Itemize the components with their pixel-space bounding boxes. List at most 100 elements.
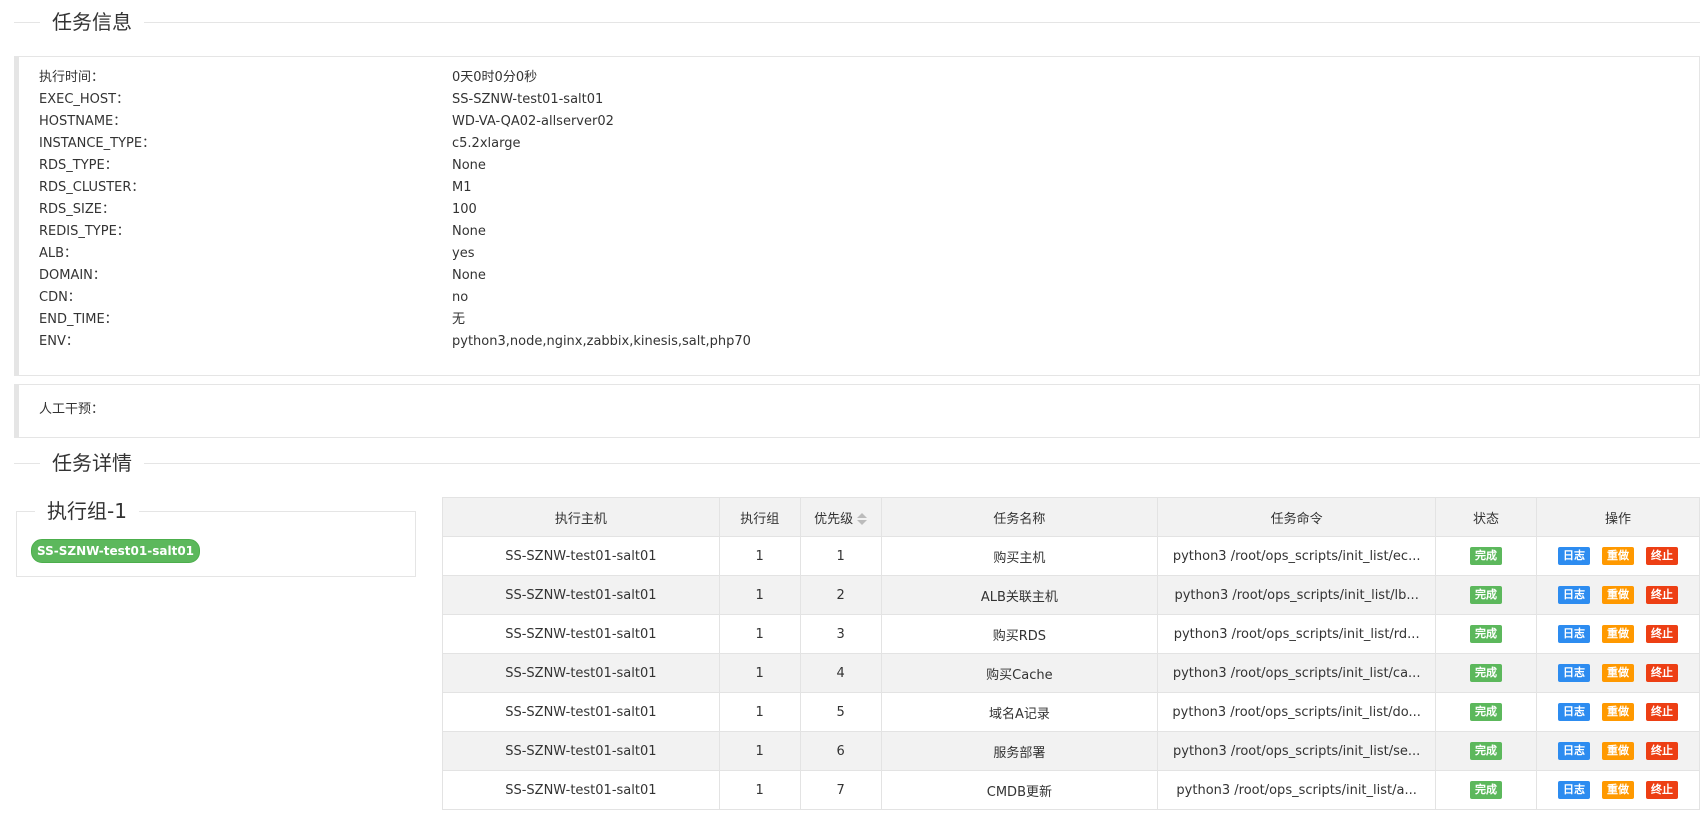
cell-status: 完成 [1435, 692, 1537, 732]
info-field-value: python3,node,nginx,zabbix,kinesis,salt,p… [452, 334, 751, 349]
info-field-value: WD-VA-QA02-allserver02 [452, 114, 614, 129]
task-command-text: python3 /root/ops_scripts/init_list/do..… [1172, 704, 1421, 720]
log-button[interactable]: 日志 [1557, 625, 1590, 643]
info-field-key: CDN： [39, 290, 81, 305]
info-field-key: EXEC_HOST： [39, 92, 130, 107]
info-field-value: no [452, 290, 469, 305]
cell-group: 1 [718, 575, 801, 615]
cell-task-name: 服务部署 [880, 731, 1159, 771]
col-header-command: 任务命令 [1157, 497, 1437, 537]
info-field-value: 0天0时0分0秒 [452, 70, 538, 85]
task-info-legend: 任务信息 [14, 9, 1700, 35]
status-badge: 完成 [1470, 547, 1503, 565]
status-badge: 完成 [1470, 586, 1503, 604]
cell-status: 完成 [1435, 770, 1537, 810]
cell-task-name: 域名A记录 [880, 692, 1159, 732]
info-field-key: 执行时间： [39, 70, 105, 85]
task-detail-title: 任务详情 [40, 450, 144, 476]
cell-priority: 4 [799, 653, 882, 693]
cell-task-name: 购买Cache [880, 653, 1159, 693]
redo-button[interactable]: 重做 [1601, 742, 1634, 760]
cell-host: SS-SZNW-test01-salt01 [442, 770, 720, 810]
cell-host: SS-SZNW-test01-salt01 [442, 731, 720, 771]
table-row: SS-SZNW-test01-salt01 1 5 域名A记录 python3 /roo… [442, 692, 1701, 732]
redo-button[interactable]: 重做 [1601, 781, 1634, 799]
cell-actions: 日志 重做 终止 [1535, 770, 1701, 810]
table-row: SS-SZNW-test01-salt01 1 4 购买Cache python3 /r… [442, 653, 1701, 693]
cell-command: python3 /root/ops_scripts/init_list/ca..… [1157, 653, 1437, 693]
info-field-value: M1 [452, 180, 472, 195]
task-command-text: python3 /root/ops_scripts/init_list/a... [1176, 782, 1417, 798]
stop-button[interactable]: 终止 [1645, 703, 1678, 721]
cell-group: 1 [718, 770, 801, 810]
cell-priority: 6 [799, 731, 882, 771]
cell-task-name: ALB关联主机 [880, 575, 1159, 615]
log-button[interactable]: 日志 [1557, 781, 1590, 799]
task-table-body: SS-SZNW-test01-salt01 1 1 购买主机 python3 /root… [442, 536, 1701, 810]
info-field-value: None [452, 158, 486, 173]
col-header-group: 执行组 [718, 497, 801, 537]
stop-button[interactable]: 终止 [1645, 742, 1678, 760]
info-field-value: None [452, 268, 486, 283]
stop-button[interactable]: 终止 [1645, 547, 1678, 565]
info-field-value: SS-SZNW-test01-salt01 [452, 92, 604, 107]
cell-actions: 日志 重做 终止 [1535, 731, 1701, 771]
info-field-value: 100 [452, 202, 477, 217]
exec-group-host-tag[interactable]: SS-SZNW-test01-salt01 [31, 539, 201, 563]
cell-host: SS-SZNW-test01-salt01 [442, 692, 720, 732]
info-field-value: c5.2xlarge [452, 136, 521, 151]
log-button[interactable]: 日志 [1557, 742, 1590, 760]
status-badge: 完成 [1470, 625, 1503, 643]
cell-group: 1 [718, 536, 801, 576]
task-command-text: python3 /root/ops_scripts/init_list/ec..… [1172, 548, 1421, 564]
redo-button[interactable]: 重做 [1601, 586, 1634, 604]
cell-command: python3 /root/ops_scripts/init_list/ec..… [1157, 536, 1437, 576]
redo-button[interactable]: 重做 [1601, 664, 1634, 682]
task-command-text: python3 /root/ops_scripts/init_list/lb..… [1174, 587, 1419, 603]
cell-status: 完成 [1435, 653, 1537, 693]
log-button[interactable]: 日志 [1557, 547, 1590, 565]
info-field-key: RDS_TYPE： [39, 158, 118, 173]
cell-status: 完成 [1435, 731, 1537, 771]
cell-actions: 日志 重做 终止 [1535, 536, 1701, 576]
info-field-key: DOMAIN： [39, 268, 106, 283]
log-button[interactable]: 日志 [1557, 586, 1590, 604]
stop-button[interactable]: 终止 [1645, 586, 1678, 604]
info-field-value: yes [452, 246, 475, 261]
cell-host: SS-SZNW-test01-salt01 [442, 614, 720, 654]
col-header-priority[interactable]: 优先级 [799, 497, 882, 537]
redo-button[interactable]: 重做 [1601, 625, 1634, 643]
sort-icon[interactable] [857, 512, 868, 526]
task-command-text: python3 /root/ops_scripts/init_list/ca..… [1172, 665, 1421, 681]
info-field-key: HOSTNAME： [39, 114, 127, 129]
log-button[interactable]: 日志 [1557, 703, 1590, 721]
cell-group: 1 [718, 614, 801, 654]
cell-host: SS-SZNW-test01-salt01 [442, 575, 720, 615]
cell-status: 完成 [1435, 614, 1537, 654]
stop-button[interactable]: 终止 [1645, 781, 1678, 799]
table-row: SS-SZNW-test01-salt01 1 6 服务部署 python3 /root… [442, 731, 1701, 771]
col-header-host: 执行主机 [442, 497, 720, 537]
cell-task-name: 购买RDS [880, 614, 1159, 654]
cell-priority: 7 [799, 770, 882, 810]
status-badge: 完成 [1470, 703, 1503, 721]
redo-button[interactable]: 重做 [1601, 703, 1634, 721]
cell-command: python3 /root/ops_scripts/init_list/do..… [1157, 692, 1437, 732]
cell-priority: 3 [799, 614, 882, 654]
cell-task-name: 购买主机 [880, 536, 1159, 576]
table-row: SS-SZNW-test01-salt01 1 1 购买主机 python3 /root… [442, 536, 1701, 576]
cell-actions: 日志 重做 终止 [1535, 653, 1701, 693]
cell-priority: 5 [799, 692, 882, 732]
stop-button[interactable]: 终止 [1645, 664, 1678, 682]
cell-actions: 日志 重做 终止 [1535, 575, 1701, 615]
task-table: 执行主机 执行组 优先级 任务名称 任务命令 状态 操作 SS-SZNW-tes… [442, 497, 1701, 810]
log-button[interactable]: 日志 [1557, 664, 1590, 682]
redo-button[interactable]: 重做 [1601, 547, 1634, 565]
stop-button[interactable]: 终止 [1645, 625, 1678, 643]
info-field-value: None [452, 224, 486, 239]
status-badge: 完成 [1470, 781, 1503, 799]
cell-command: python3 /root/ops_scripts/init_list/lb..… [1157, 575, 1437, 615]
cell-group: 1 [718, 731, 801, 771]
exec-group-box: 执行组-1 SS-SZNW-test01-salt01 [16, 498, 416, 577]
cell-command: python3 /root/ops_scripts/init_list/a... [1157, 770, 1437, 810]
